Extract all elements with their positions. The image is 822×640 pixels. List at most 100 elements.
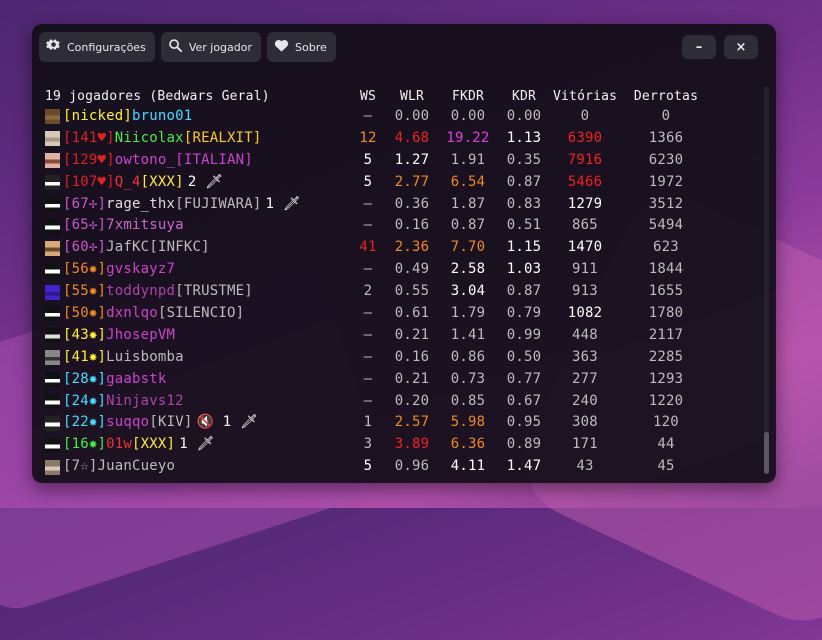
table-row[interactable]: [60✢]JafKC[INFKC] 41 2.36 7.70 1.15 1470 623 [45, 237, 745, 259]
player-name-text: [67✢]rage_thx[FUJIWARA] 1 🗡 [63, 194, 301, 216]
fkdr-cell: 6.36 [450, 436, 486, 453]
player-guild-tag: [SILENCIO] [157, 305, 245, 322]
derrotas-cell: 5494 [648, 217, 684, 234]
player-name-text: [28✸]gaabstk [63, 369, 167, 391]
column-header-wlr[interactable]: WLR [390, 88, 434, 106]
player-name-cell: [24✸]Ninjavs12 [45, 391, 184, 413]
kdr-cell: 0.00 [506, 108, 542, 124]
table-row[interactable]: [41✸]Luisbomba – 0.16 0.86 0.50 363 2285 [45, 347, 745, 369]
ws-cell: 5 [363, 151, 373, 168]
ws-cell: 5 [363, 458, 373, 475]
about-label: Sobre [295, 40, 327, 54]
table-row[interactable]: [28✸]gaabstk – 0.21 0.73 0.77 277 1293 [45, 369, 745, 391]
player-star: [55✸] [63, 283, 107, 300]
player-name: Ninjavs12 [106, 392, 184, 409]
player-name: Q_4 [114, 173, 141, 190]
player-name: gaabstk [106, 370, 167, 387]
ws-cell: 12 [359, 129, 377, 146]
kdr-cell: 0.50 [506, 348, 542, 365]
player-name-text: [nicked]bruno01 [63, 106, 192, 128]
player-star: [107♥] [63, 173, 115, 190]
table-row[interactable]: [50✸]dxnlqo[SILENCIO] – 0.61 1.79 0.79 1082 17… [45, 303, 745, 325]
fkdr-cell: 1.87 [450, 195, 486, 212]
gear-icon [46, 38, 61, 56]
close-button[interactable]: × [724, 35, 758, 59]
view-player-button[interactable]: Ver jogador [160, 32, 262, 62]
vitorias-cell: 1470 [567, 239, 603, 256]
wlr-cell: 3.89 [394, 436, 430, 453]
column-header-vitorias[interactable]: Vitórias [553, 88, 617, 106]
vitorias-cell: 0 [580, 108, 590, 124]
player-name: dxnlqo [106, 305, 158, 322]
wlr-cell: 0.61 [394, 305, 430, 322]
minimize-button[interactable]: – [682, 35, 716, 59]
fkdr-cell: 19.22 [446, 129, 490, 146]
settings-button[interactable]: Configurações [39, 32, 155, 62]
player-avatar-icon [45, 437, 60, 453]
kdr-cell: 0.67 [506, 392, 542, 409]
player-name-cell: [67✢]rage_thx[FUJIWARA] 1 🗡 [45, 194, 301, 216]
table-row[interactable]: [141♥]Niicolax[REALXIT] 12 4.68 19.22 1.13 63… [45, 128, 745, 150]
ws-cell: – [363, 370, 373, 387]
player-avatar-icon [45, 240, 60, 256]
player-name-text: [24✸]Ninjavs12 [63, 391, 184, 413]
scrollbar-thumb[interactable] [764, 432, 769, 474]
player-name-text: [56✸]gvskayz7 [63, 259, 175, 281]
table-row[interactable]: [43✸]JhosepVM – 0.21 1.41 0.99 448 2117 [45, 325, 745, 347]
wlr-cell: 2.57 [394, 414, 430, 431]
table-row[interactable]: [56✸]gvskayz7 – 0.49 2.58 1.03 911 1844 [45, 259, 745, 281]
table-row[interactable]: [16✸]01w[XXX] 1 🗡 3 3.89 6.36 0.89 171 44 [45, 434, 745, 456]
derrotas-cell: 1780 [648, 305, 684, 322]
player-extra: 🔇 1 🗡 [196, 414, 258, 431]
table-row[interactable]: [65✢]7xmitsuya – 0.16 0.87 0.51 865 5494 [45, 215, 745, 237]
player-extra: 1 🗡 [265, 195, 301, 212]
table-row[interactable]: [129♥]owtono_[ITALIAN] 5 1.27 1.91 0.35 7916 6… [45, 150, 745, 172]
fkdr-cell: 0.85 [450, 392, 486, 409]
player-name-cell: [43✸]JhosepVM [45, 325, 175, 347]
about-button[interactable]: Sobre [267, 32, 336, 62]
player-name-cell: [56✸]gvskayz7 [45, 259, 175, 281]
player-star: [7☆] [63, 458, 98, 475]
derrotas-cell: 1972 [648, 173, 684, 190]
table-row[interactable]: [7☆]JuanCueyo 5 0.96 4.11 1.47 43 45 [45, 456, 745, 478]
wlr-cell: 0.96 [394, 458, 430, 475]
player-star: [50✸] [63, 305, 107, 322]
table-row[interactable]: [55✸]toddynpd[TRUSTME] 2 0.55 3.04 0.87 913 16… [45, 281, 745, 303]
player-guild-tag: [FUJIWARA] [175, 195, 262, 212]
vitorias-cell: 913 [572, 283, 598, 300]
ws-cell: 2 [363, 283, 373, 300]
player-name: 01w [106, 436, 133, 453]
ws-cell: 1 [363, 414, 373, 431]
table-row[interactable]: [107♥]Q_4[XXX] 2 🗡 5 2.77 6.54 0.87 5466 1972 [45, 172, 745, 194]
vitorias-cell: 6390 [567, 129, 603, 146]
player-star: [41✸] [63, 348, 107, 365]
derrotas-cell: 1844 [648, 261, 684, 278]
table-row[interactable]: [24✸]Ninjavs12 – 0.20 0.85 0.67 240 1220 [45, 391, 745, 413]
table-row[interactable]: [nicked]bruno01 – 0.00 0.00 0.00 0 0 [45, 106, 745, 128]
vitorias-cell: 308 [572, 414, 598, 431]
heart-icon [274, 38, 289, 56]
derrotas-cell: 2285 [648, 348, 684, 365]
scrollbar-track[interactable] [764, 86, 769, 474]
kdr-cell: 1.03 [506, 261, 542, 278]
player-guild-tag: [INFKC] [149, 239, 210, 256]
player-avatar-icon [45, 109, 60, 125]
player-name: bruno01 [132, 108, 193, 124]
ws-cell: 41 [359, 239, 377, 256]
ws-cell: – [363, 195, 373, 212]
column-header-ws[interactable]: WS [357, 88, 379, 106]
player-star: [129♥] [63, 151, 115, 168]
table-row[interactable]: [67✢]rage_thx[FUJIWARA] 1 🗡 – 0.36 1.87 0.83 1… [45, 194, 745, 216]
column-header-fkdr[interactable]: FKDR [443, 88, 493, 106]
player-avatar-icon [45, 153, 60, 169]
player-name-text: [41✸]Luisbomba [63, 347, 184, 369]
table-row[interactable]: [22✸]suqqo[KIV] 🔇 1 🗡 1 2.57 5.98 0.95 308 120 [45, 412, 745, 434]
column-header-kdr[interactable]: KDR [502, 88, 546, 106]
fkdr-cell: 1.91 [450, 151, 486, 168]
player-name-text: [60✢]JafKC[INFKC] [63, 237, 210, 259]
column-header-derrotas[interactable]: Derrotas [628, 88, 704, 106]
window-controls: – × [682, 35, 758, 59]
vitorias-cell: 43 [576, 458, 594, 475]
wlr-cell: 1.27 [394, 151, 430, 168]
derrotas-cell: 2117 [648, 326, 684, 343]
